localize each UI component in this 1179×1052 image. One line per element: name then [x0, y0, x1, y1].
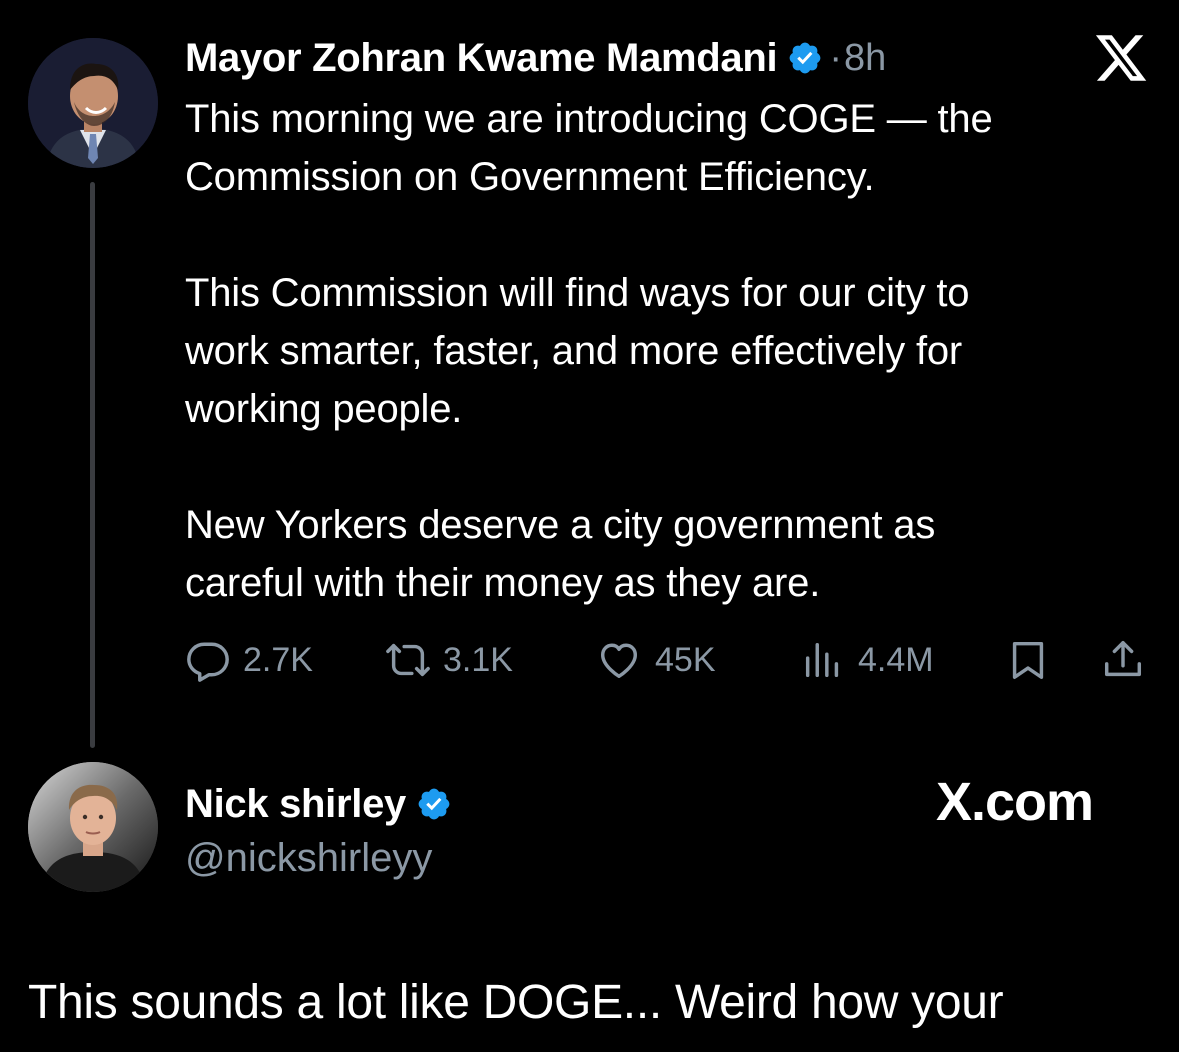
- reply-author-display-name[interactable]: Nick shirley: [185, 782, 406, 827]
- reply-button[interactable]: 2.7K: [185, 630, 313, 690]
- heart-icon: [600, 643, 638, 679]
- post-timestamp[interactable]: 8h: [844, 37, 886, 80]
- reply-post-text: This sounds a lot like DOGE... Weird how…: [28, 976, 1004, 1029]
- like-count: 45K: [655, 640, 716, 679]
- post-action-bar: 2.7K 3.1K 45K 4.4M: [185, 630, 1150, 690]
- views-chart-icon: [805, 642, 839, 678]
- original-post-header: Mayor Zohran Kwame Mamdani · 8h: [185, 30, 886, 86]
- reply-count: 2.7K: [243, 640, 313, 679]
- view-count: 4.4M: [858, 640, 934, 679]
- bookmark-icon: [1012, 641, 1044, 679]
- verified-badge-icon: [789, 42, 821, 74]
- thread-connector-line: [90, 182, 95, 748]
- x-com-brand-label: X.com: [936, 772, 1094, 832]
- share-icon: [1104, 641, 1142, 677]
- repost-count: 3.1K: [443, 640, 513, 679]
- avatar-portrait-icon: [28, 38, 158, 168]
- repost-button[interactable]: 3.1K: [385, 630, 513, 690]
- author-display-name[interactable]: Mayor Zohran Kwame Mamdani: [185, 36, 778, 81]
- reply-post-header: Nick shirley: [185, 776, 452, 832]
- like-button[interactable]: 45K: [595, 630, 716, 690]
- reply-icon: [187, 642, 229, 682]
- nick-shirley-avatar[interactable]: [28, 762, 158, 892]
- views-button[interactable]: 4.4M: [800, 630, 934, 690]
- bookmark-button[interactable]: [1005, 630, 1051, 690]
- x-logo-icon: [1095, 35, 1147, 81]
- reply-author-handle[interactable]: @nickshirleyy: [185, 832, 432, 884]
- avatar-portrait-icon: [28, 762, 158, 892]
- original-post-text: This morning we are introducing COGE — t…: [185, 97, 993, 605]
- post-time-separator: ·: [829, 36, 842, 79]
- repost-icon: [386, 643, 430, 677]
- share-button[interactable]: [1100, 630, 1146, 690]
- mamdani-avatar[interactable]: [28, 38, 158, 168]
- verified-badge-icon: [418, 788, 450, 820]
